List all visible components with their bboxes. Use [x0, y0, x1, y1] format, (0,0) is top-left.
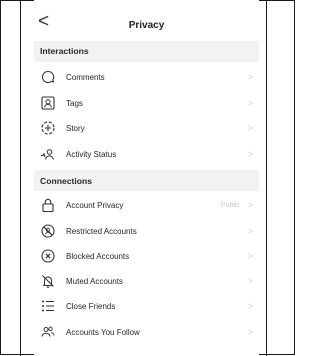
row-restricted-accounts[interactable]: Restricted Accounts >	[34, 219, 259, 244]
row-label: Muted Accounts	[66, 277, 123, 286]
chevron-right-icon: >	[247, 98, 253, 108]
section-label-connections: Connections	[40, 176, 93, 186]
tag-person-icon	[40, 95, 56, 111]
chevron-right-icon: >	[247, 327, 253, 337]
row-accounts-you-follow[interactable]: Accounts You Follow >	[34, 320, 259, 345]
chevron-right-icon: >	[247, 200, 253, 210]
row-label: Comments	[66, 73, 105, 82]
row-label: Blocked Accounts	[66, 252, 130, 261]
row-label: Tags	[66, 99, 83, 108]
row-account-privacy[interactable]: Account Privacy Public >	[34, 193, 259, 218]
close-friends-list-icon	[40, 298, 56, 314]
row-label: Story	[66, 124, 85, 133]
row-activity-status[interactable]: Activity Status >	[34, 142, 259, 167]
privacy-screen: < Privacy Interactions Comments > Tags >…	[34, 0, 259, 355]
chevron-right-icon: >	[247, 251, 253, 261]
row-muted-accounts[interactable]: Muted Accounts >	[34, 269, 259, 294]
blocked-icon	[40, 248, 56, 264]
chevron-right-icon: >	[247, 149, 253, 159]
story-add-icon	[40, 120, 56, 136]
nav-header: < Privacy	[34, 11, 259, 38]
left-divider-line	[20, 0, 21, 356]
privacy-status-value: Public	[220, 202, 240, 209]
row-close-friends[interactable]: Close Friends >	[34, 294, 259, 319]
row-blocked-accounts[interactable]: Blocked Accounts >	[34, 244, 259, 269]
accounts-following-icon	[40, 324, 56, 340]
chevron-right-icon: >	[247, 72, 253, 82]
restricted-icon	[40, 223, 56, 239]
row-tags[interactable]: Tags >	[34, 91, 259, 116]
row-label: Restricted Accounts	[66, 227, 137, 236]
lock-icon	[40, 197, 56, 213]
right-divider-line	[266, 0, 267, 356]
section-label-interactions: Interactions	[40, 46, 89, 56]
chevron-right-icon: >	[247, 276, 253, 286]
chevron-right-icon: >	[247, 226, 253, 236]
comment-bubble-icon	[40, 69, 56, 85]
row-label: Activity Status	[66, 150, 117, 159]
page-title: Privacy	[128, 20, 165, 31]
row-label: Close Friends	[66, 302, 116, 311]
chevron-right-icon: >	[247, 123, 253, 133]
activity-status-icon	[40, 146, 56, 162]
muted-bell-icon	[40, 273, 56, 289]
row-label: Accounts You Follow	[66, 328, 140, 337]
row-label: Account Privacy	[66, 201, 124, 210]
row-comments[interactable]: Comments >	[34, 65, 259, 90]
chevron-right-icon: >	[247, 301, 253, 311]
row-story[interactable]: Story >	[34, 116, 259, 141]
